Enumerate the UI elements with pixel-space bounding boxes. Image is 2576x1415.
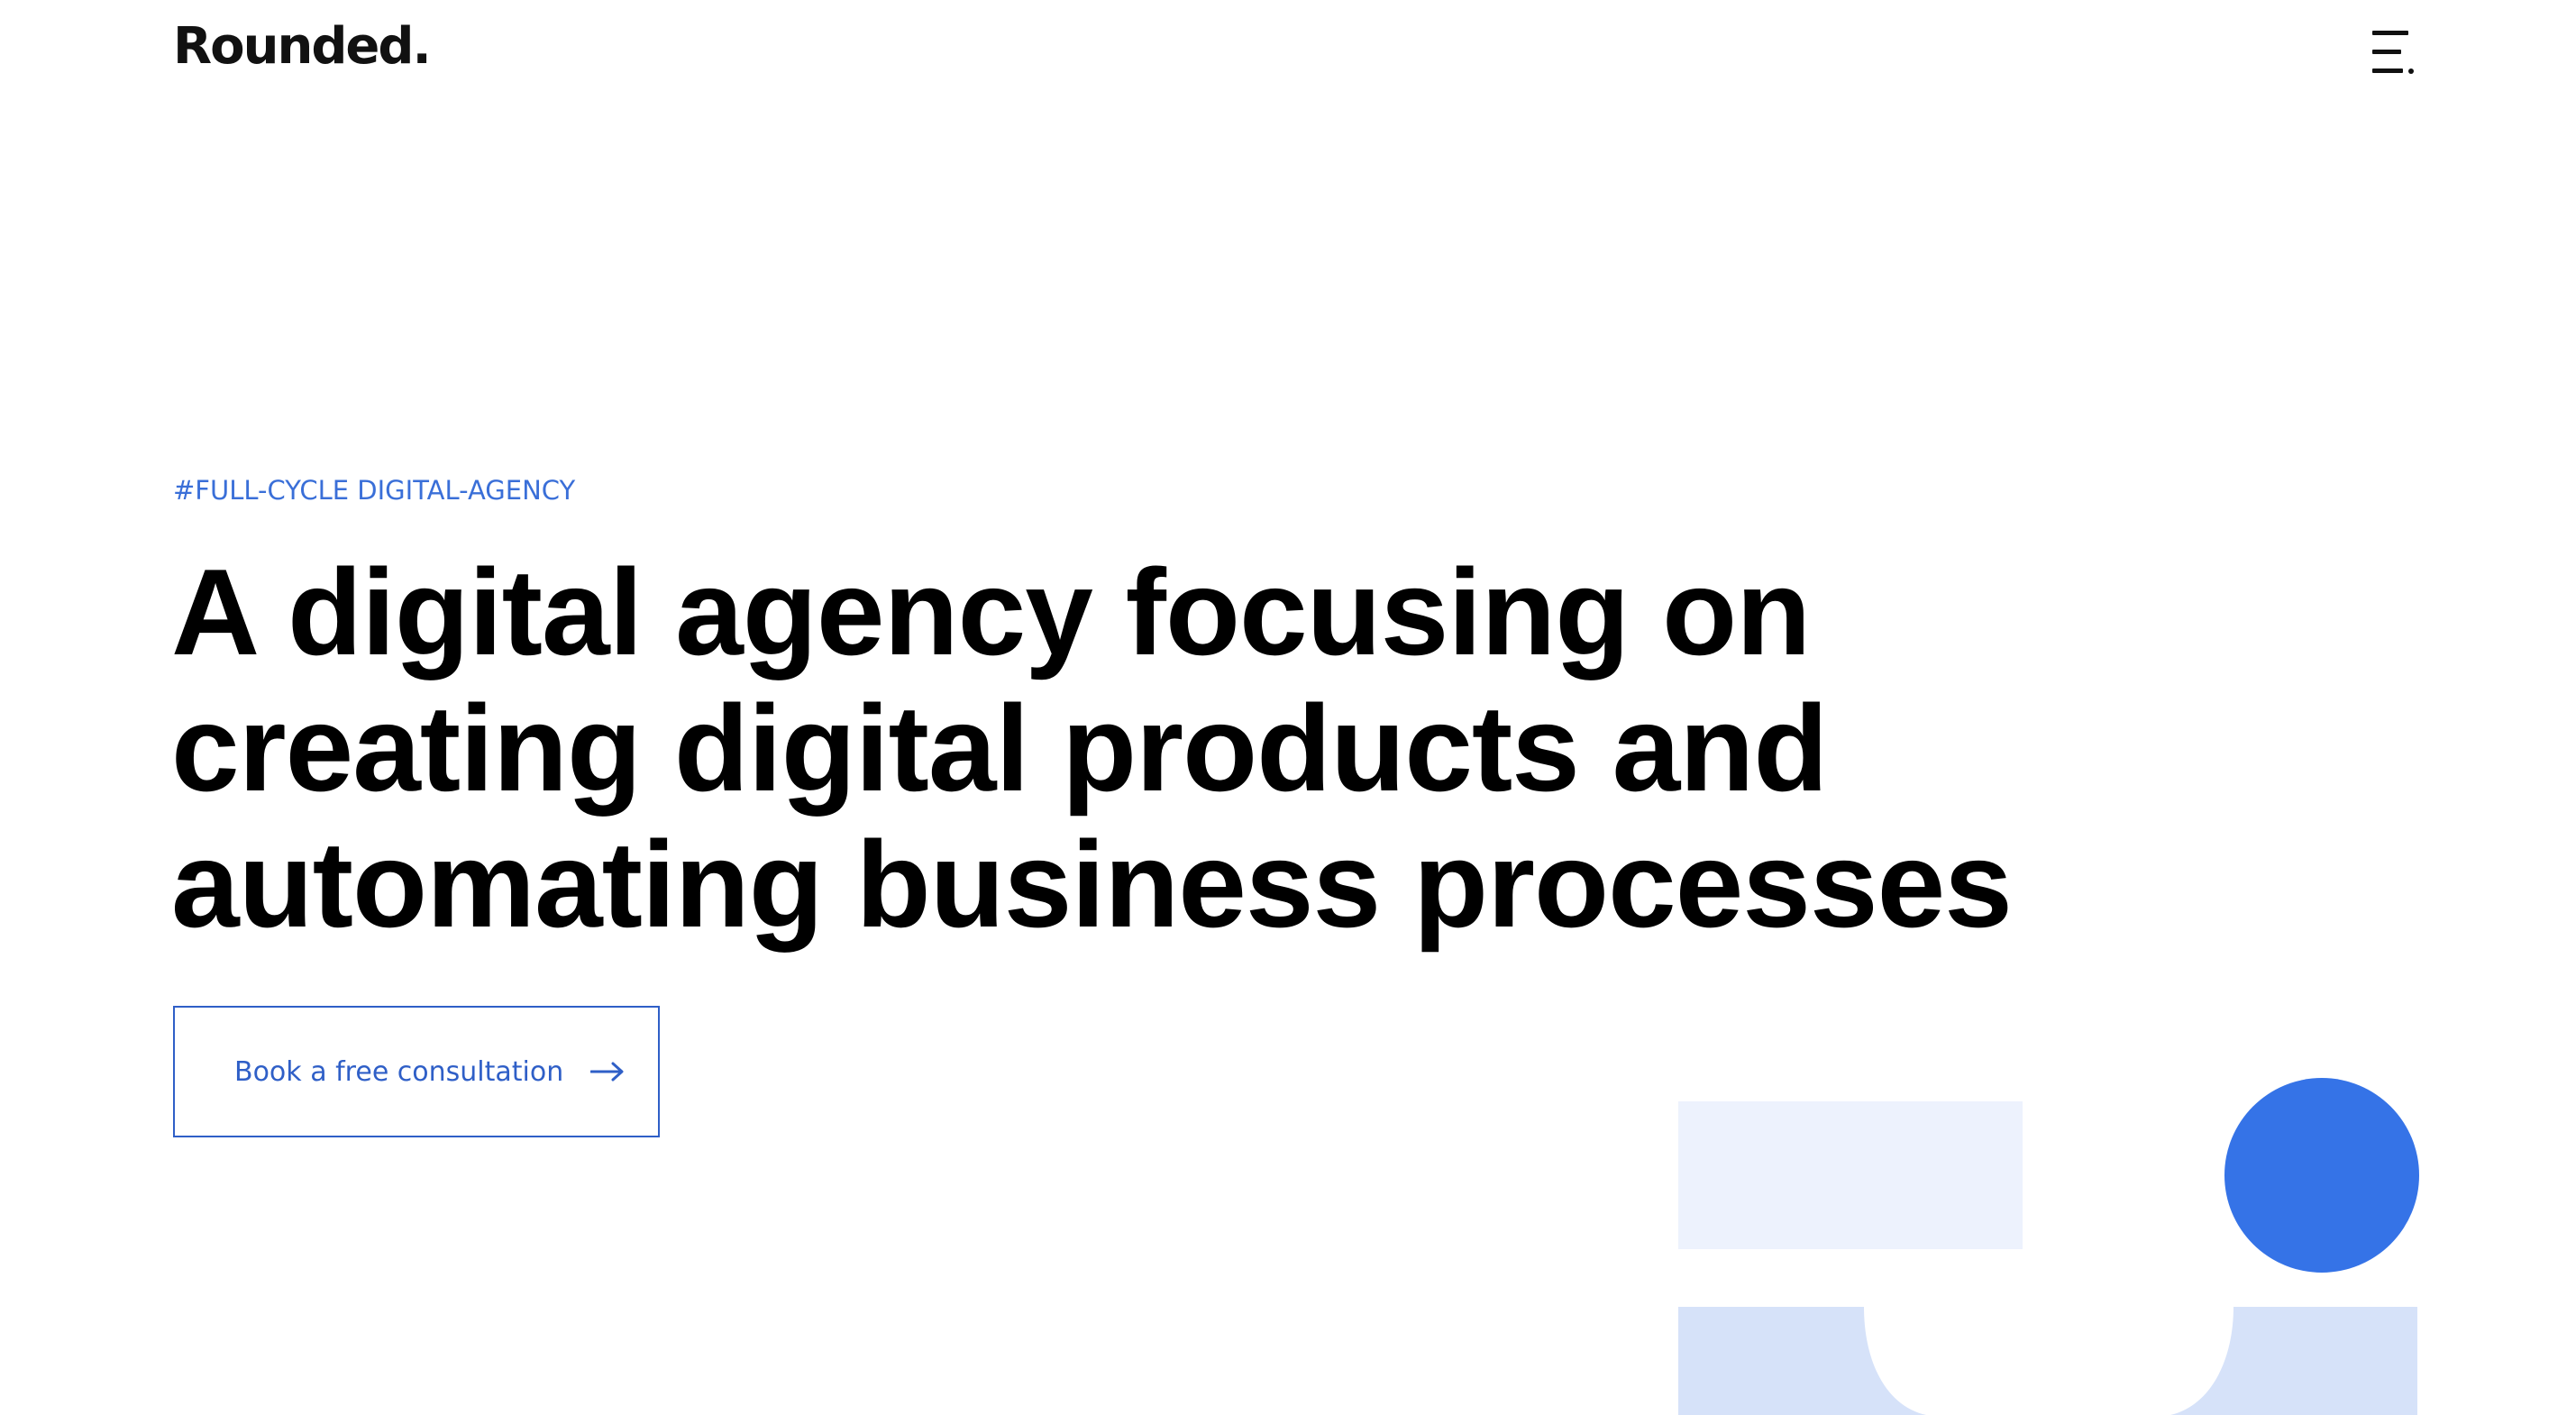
arrow-right-icon — [590, 1062, 624, 1082]
decorative-arch — [1678, 1307, 2417, 1415]
hamburger-menu-icon[interactable] — [2372, 31, 2416, 76]
menu-dot — [2408, 68, 2414, 74]
cta-label: Book a free consultation — [234, 1055, 564, 1088]
headline-line-2: creating digital products and — [171, 680, 1828, 817]
decorative-circle — [2224, 1078, 2419, 1273]
menu-bar-middle — [2372, 50, 2401, 54]
hero-headline: A digital agency focusing on creating di… — [171, 544, 2154, 953]
menu-bar-top — [2372, 31, 2408, 35]
hero-tagline: #FULL-CYCLE DIGITAL-AGENCY — [173, 475, 576, 506]
headline-line-3: automating business processes — [171, 816, 2013, 953]
menu-bar-bottom — [2372, 68, 2403, 73]
decorative-rectangle — [1678, 1101, 2023, 1249]
headline-line-1: A digital agency focusing on — [171, 543, 1811, 680]
book-consultation-button[interactable]: Book a free consultation — [173, 1006, 660, 1137]
logo[interactable]: Rounded. — [173, 22, 432, 72]
